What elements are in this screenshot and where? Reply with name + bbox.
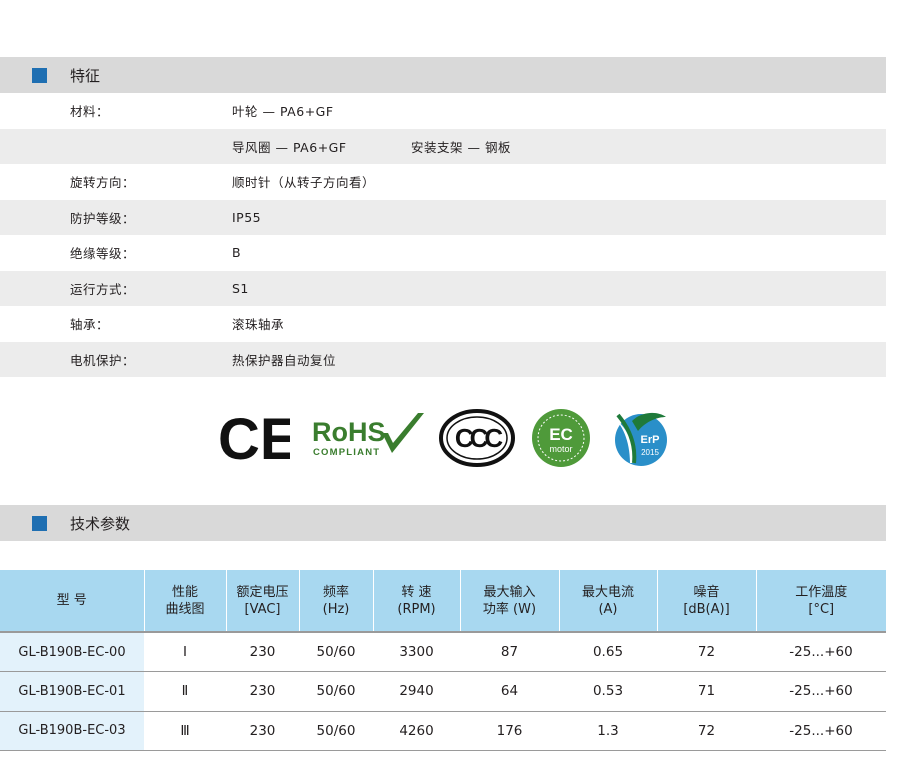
section-marker-icon: [32, 515, 47, 531]
cell-current: 0.65: [559, 631, 657, 672]
cell-power: 176: [460, 711, 559, 751]
cell-speed: 2940: [373, 671, 460, 712]
cell-temperature: -25...+60: [756, 631, 886, 672]
table-row: GL-B190B-EC-03 Ⅲ 230 50/60 4260 176 1.3 …: [0, 711, 886, 751]
ec-text: EC: [549, 425, 573, 444]
features-section-title: 特征: [70, 66, 101, 85]
col-header-model: 型 号: [0, 570, 144, 632]
feature-label: 轴承：: [70, 317, 110, 333]
feature-row: 防护等级： IP55: [0, 199, 886, 235]
cell-model: GL-B190B-EC-03: [0, 711, 144, 751]
cell-temperature: -25...+60: [756, 711, 886, 751]
specs-section-title: 技术参数: [70, 514, 131, 533]
rohs-logo-icon: RoHS COMPLIANT: [312, 413, 424, 458]
col-header-speed: 转 速 (RPM): [372, 570, 460, 632]
specs-section-header: 技术参数: [0, 505, 886, 541]
feature-value: 叶轮 — PA6+GF: [232, 104, 334, 120]
feature-row: 导风圈 — PA6+GF 安装支架 — 钢板: [0, 128, 886, 164]
cell-noise: 72: [657, 711, 756, 751]
cell-speed: 4260: [373, 711, 460, 751]
ce-logo-icon: CE: [218, 413, 290, 463]
cell-frequency: 50/60: [299, 711, 373, 751]
rohs-compliant-text: COMPLIANT: [313, 447, 380, 458]
col-header-frequency: 频率 (Hz): [298, 570, 373, 632]
cell-frequency: 50/60: [299, 631, 373, 672]
table-row: GL-B190B-EC-00 Ⅰ 230 50/60 3300 87 0.65 …: [0, 631, 886, 672]
cell-power: 87: [460, 631, 559, 672]
certification-logos: CE RoHS COMPLIANT CCC EC motor ErP 2015: [218, 405, 678, 471]
cell-noise: 72: [657, 631, 756, 672]
col-header-current: 最大电流 (A): [558, 570, 657, 632]
feature-value: 导风圈 — PA6+GF: [232, 139, 347, 155]
cell-power: 64: [460, 671, 559, 712]
feature-label: 旋转方向：: [70, 175, 136, 191]
feature-row: 旋转方向： 顺时针（从转子方向看）: [0, 164, 886, 200]
feature-value-secondary: 安装支架 — 钢板: [411, 139, 511, 155]
feature-label: 防护等级：: [70, 210, 136, 226]
feature-value: IP55: [232, 209, 262, 225]
col-header-temperature: 工作温度 [°C]: [755, 570, 886, 632]
cell-speed: 3300: [373, 631, 460, 672]
feature-label: 材料：: [70, 104, 110, 120]
features-table: 材料： 叶轮 — PA6+GF 导风圈 — PA6+GF 安装支架 — 钢板 旋…: [0, 93, 886, 377]
cell-curve: Ⅰ: [144, 631, 226, 672]
section-marker-icon: [32, 67, 47, 83]
col-header-voltage: 额定电压 [VAC]: [225, 570, 299, 632]
erp-year-text: 2015: [641, 448, 659, 457]
rohs-check-mark: [382, 413, 424, 453]
cell-current: 1.3: [559, 711, 657, 751]
col-header-curve: 性能 曲线图: [143, 570, 226, 632]
feature-row: 运行方式： S1: [0, 270, 886, 306]
feature-row: 电机保护： 热保护器自动复位: [0, 341, 886, 377]
feature-label: 电机保护：: [70, 352, 136, 368]
feature-value: B: [232, 245, 242, 261]
feature-value: 热保护器自动复位: [232, 352, 337, 368]
feature-value: 顺时针（从转子方向看）: [232, 175, 376, 191]
cell-voltage: 230: [226, 711, 299, 751]
rohs-text: RoHS: [312, 417, 386, 447]
feature-row: 材料： 叶轮 — PA6+GF: [0, 93, 886, 129]
feature-label: 绝缘等级：: [70, 246, 136, 262]
feature-row: 轴承： 滚珠轴承: [0, 306, 886, 342]
spec-table-header-row: 型 号 性能 曲线图 额定电压 [VAC] 频率 (Hz) 转 速 (RPM) 最大输入…: [0, 570, 886, 632]
cell-temperature: -25...+60: [756, 671, 886, 712]
feature-value: 滚珠轴承: [232, 317, 285, 333]
feature-row: 绝缘等级： B: [0, 235, 886, 271]
cell-current: 0.53: [559, 671, 657, 712]
cell-frequency: 50/60: [299, 671, 373, 712]
ce-text: CE: [218, 413, 290, 463]
erp-logo-icon: ErP 2015: [612, 412, 667, 466]
table-row: GL-B190B-EC-01 Ⅱ 230 50/60 2940 64 0.53 …: [0, 671, 886, 712]
ec-motor-text: motor: [549, 444, 572, 454]
cell-model: GL-B190B-EC-00: [0, 631, 144, 672]
ccc-text: CCC: [455, 423, 504, 453]
col-header-power: 最大输入 功率 (W): [459, 570, 559, 632]
col-header-noise: 噪音 [dB(A)]: [656, 570, 756, 632]
feature-value: S1: [232, 280, 249, 296]
cell-curve: Ⅱ: [144, 671, 226, 712]
cell-voltage: 230: [226, 671, 299, 712]
ec-motor-logo-icon: EC motor: [532, 409, 590, 467]
features-section-header: 特征: [0, 57, 886, 93]
cell-noise: 71: [657, 671, 756, 712]
cell-curve: Ⅲ: [144, 711, 226, 751]
cell-model: GL-B190B-EC-01: [0, 671, 144, 712]
erp-text: ErP: [641, 434, 660, 446]
ccc-logo-icon: CCC: [439, 409, 515, 467]
spec-table: 型 号 性能 曲线图 额定电压 [VAC] 频率 (Hz) 转 速 (RPM) 最大输入…: [0, 570, 886, 751]
feature-label: 运行方式：: [70, 281, 136, 297]
cell-voltage: 230: [226, 631, 299, 672]
